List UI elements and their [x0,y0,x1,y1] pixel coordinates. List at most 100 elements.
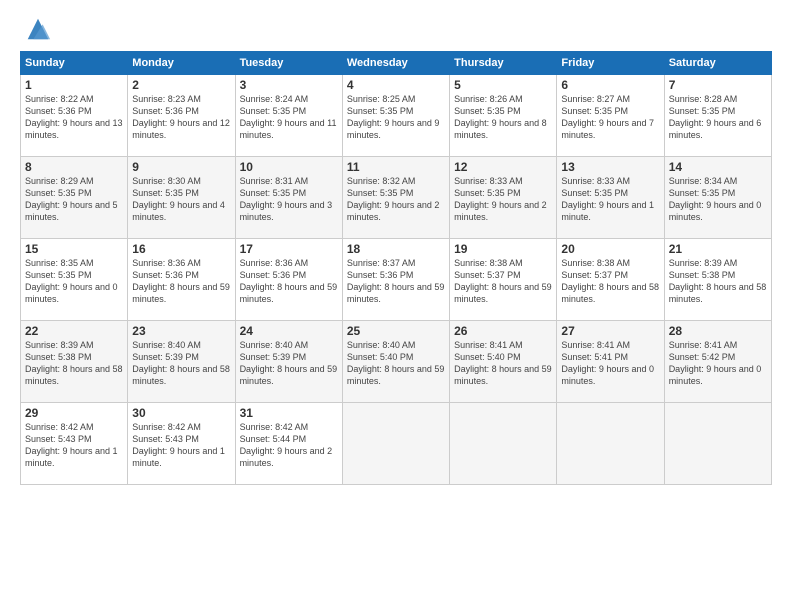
calendar-cell: 26 Sunrise: 8:41 AMSunset: 5:40 PMDaylig… [450,321,557,403]
day-info: Sunrise: 8:42 AMSunset: 5:44 PMDaylight:… [240,421,338,470]
day-info: Sunrise: 8:33 AMSunset: 5:35 PMDaylight:… [454,175,552,224]
day-info: Sunrise: 8:25 AMSunset: 5:35 PMDaylight:… [347,93,445,142]
calendar-cell: 6 Sunrise: 8:27 AMSunset: 5:35 PMDayligh… [557,75,664,157]
col-header-sunday: Sunday [21,52,128,75]
day-number: 12 [454,160,552,174]
logo-icon [24,15,52,43]
day-info: Sunrise: 8:34 AMSunset: 5:35 PMDaylight:… [669,175,767,224]
day-info: Sunrise: 8:23 AMSunset: 5:36 PMDaylight:… [132,93,230,142]
day-number: 14 [669,160,767,174]
day-number: 27 [561,324,659,338]
calendar-cell: 22 Sunrise: 8:39 AMSunset: 5:38 PMDaylig… [21,321,128,403]
day-number: 9 [132,160,230,174]
day-number: 18 [347,242,445,256]
day-number: 22 [25,324,123,338]
calendar-cell: 29 Sunrise: 8:42 AMSunset: 5:43 PMDaylig… [21,403,128,485]
day-info: Sunrise: 8:28 AMSunset: 5:35 PMDaylight:… [669,93,767,142]
col-header-saturday: Saturday [664,52,771,75]
day-number: 3 [240,78,338,92]
calendar-header-row: SundayMondayTuesdayWednesdayThursdayFrid… [21,52,772,75]
day-number: 1 [25,78,123,92]
day-info: Sunrise: 8:33 AMSunset: 5:35 PMDaylight:… [561,175,659,224]
calendar-cell: 9 Sunrise: 8:30 AMSunset: 5:35 PMDayligh… [128,157,235,239]
day-number: 20 [561,242,659,256]
calendar-cell: 15 Sunrise: 8:35 AMSunset: 5:35 PMDaylig… [21,239,128,321]
day-number: 31 [240,406,338,420]
day-number: 26 [454,324,552,338]
day-number: 2 [132,78,230,92]
day-info: Sunrise: 8:37 AMSunset: 5:36 PMDaylight:… [347,257,445,306]
calendar-cell [664,403,771,485]
day-number: 5 [454,78,552,92]
day-info: Sunrise: 8:40 AMSunset: 5:39 PMDaylight:… [240,339,338,388]
col-header-tuesday: Tuesday [235,52,342,75]
day-info: Sunrise: 8:24 AMSunset: 5:35 PMDaylight:… [240,93,338,142]
calendar-cell [342,403,449,485]
day-info: Sunrise: 8:42 AMSunset: 5:43 PMDaylight:… [132,421,230,470]
calendar-cell: 17 Sunrise: 8:36 AMSunset: 5:36 PMDaylig… [235,239,342,321]
calendar-cell: 25 Sunrise: 8:40 AMSunset: 5:40 PMDaylig… [342,321,449,403]
calendar-cell [557,403,664,485]
calendar-cell: 8 Sunrise: 8:29 AMSunset: 5:35 PMDayligh… [21,157,128,239]
day-number: 4 [347,78,445,92]
day-number: 11 [347,160,445,174]
logo [20,15,52,43]
day-info: Sunrise: 8:40 AMSunset: 5:40 PMDaylight:… [347,339,445,388]
calendar-week-4: 22 Sunrise: 8:39 AMSunset: 5:38 PMDaylig… [21,321,772,403]
day-number: 30 [132,406,230,420]
calendar-cell: 27 Sunrise: 8:41 AMSunset: 5:41 PMDaylig… [557,321,664,403]
day-info: Sunrise: 8:26 AMSunset: 5:35 PMDaylight:… [454,93,552,142]
day-info: Sunrise: 8:41 AMSunset: 5:42 PMDaylight:… [669,339,767,388]
day-number: 23 [132,324,230,338]
calendar-cell: 1 Sunrise: 8:22 AMSunset: 5:36 PMDayligh… [21,75,128,157]
calendar-cell: 7 Sunrise: 8:28 AMSunset: 5:35 PMDayligh… [664,75,771,157]
day-info: Sunrise: 8:41 AMSunset: 5:40 PMDaylight:… [454,339,552,388]
col-header-monday: Monday [128,52,235,75]
day-info: Sunrise: 8:22 AMSunset: 5:36 PMDaylight:… [25,93,123,142]
calendar-cell: 31 Sunrise: 8:42 AMSunset: 5:44 PMDaylig… [235,403,342,485]
day-info: Sunrise: 8:42 AMSunset: 5:43 PMDaylight:… [25,421,123,470]
day-number: 21 [669,242,767,256]
day-info: Sunrise: 8:31 AMSunset: 5:35 PMDaylight:… [240,175,338,224]
calendar-cell: 2 Sunrise: 8:23 AMSunset: 5:36 PMDayligh… [128,75,235,157]
calendar-cell: 23 Sunrise: 8:40 AMSunset: 5:39 PMDaylig… [128,321,235,403]
day-number: 28 [669,324,767,338]
calendar-week-5: 29 Sunrise: 8:42 AMSunset: 5:43 PMDaylig… [21,403,772,485]
day-number: 24 [240,324,338,338]
day-info: Sunrise: 8:41 AMSunset: 5:41 PMDaylight:… [561,339,659,388]
calendar-cell: 13 Sunrise: 8:33 AMSunset: 5:35 PMDaylig… [557,157,664,239]
day-number: 13 [561,160,659,174]
page: SundayMondayTuesdayWednesdayThursdayFrid… [0,0,792,612]
day-info: Sunrise: 8:36 AMSunset: 5:36 PMDaylight:… [132,257,230,306]
day-number: 7 [669,78,767,92]
day-number: 17 [240,242,338,256]
calendar-cell: 5 Sunrise: 8:26 AMSunset: 5:35 PMDayligh… [450,75,557,157]
calendar-cell: 3 Sunrise: 8:24 AMSunset: 5:35 PMDayligh… [235,75,342,157]
day-number: 15 [25,242,123,256]
day-number: 16 [132,242,230,256]
day-number: 19 [454,242,552,256]
day-number: 10 [240,160,338,174]
day-info: Sunrise: 8:39 AMSunset: 5:38 PMDaylight:… [669,257,767,306]
day-info: Sunrise: 8:39 AMSunset: 5:38 PMDaylight:… [25,339,123,388]
calendar-cell: 4 Sunrise: 8:25 AMSunset: 5:35 PMDayligh… [342,75,449,157]
calendar-week-3: 15 Sunrise: 8:35 AMSunset: 5:35 PMDaylig… [21,239,772,321]
calendar-week-2: 8 Sunrise: 8:29 AMSunset: 5:35 PMDayligh… [21,157,772,239]
calendar-cell: 18 Sunrise: 8:37 AMSunset: 5:36 PMDaylig… [342,239,449,321]
day-number: 25 [347,324,445,338]
calendar-cell: 12 Sunrise: 8:33 AMSunset: 5:35 PMDaylig… [450,157,557,239]
col-header-wednesday: Wednesday [342,52,449,75]
day-info: Sunrise: 8:30 AMSunset: 5:35 PMDaylight:… [132,175,230,224]
day-info: Sunrise: 8:38 AMSunset: 5:37 PMDaylight:… [561,257,659,306]
calendar-cell [450,403,557,485]
calendar-cell: 10 Sunrise: 8:31 AMSunset: 5:35 PMDaylig… [235,157,342,239]
calendar-cell: 11 Sunrise: 8:32 AMSunset: 5:35 PMDaylig… [342,157,449,239]
calendar-cell: 30 Sunrise: 8:42 AMSunset: 5:43 PMDaylig… [128,403,235,485]
calendar-cell: 28 Sunrise: 8:41 AMSunset: 5:42 PMDaylig… [664,321,771,403]
day-info: Sunrise: 8:40 AMSunset: 5:39 PMDaylight:… [132,339,230,388]
calendar-cell: 21 Sunrise: 8:39 AMSunset: 5:38 PMDaylig… [664,239,771,321]
calendar-cell: 14 Sunrise: 8:34 AMSunset: 5:35 PMDaylig… [664,157,771,239]
col-header-thursday: Thursday [450,52,557,75]
day-info: Sunrise: 8:38 AMSunset: 5:37 PMDaylight:… [454,257,552,306]
day-info: Sunrise: 8:27 AMSunset: 5:35 PMDaylight:… [561,93,659,142]
